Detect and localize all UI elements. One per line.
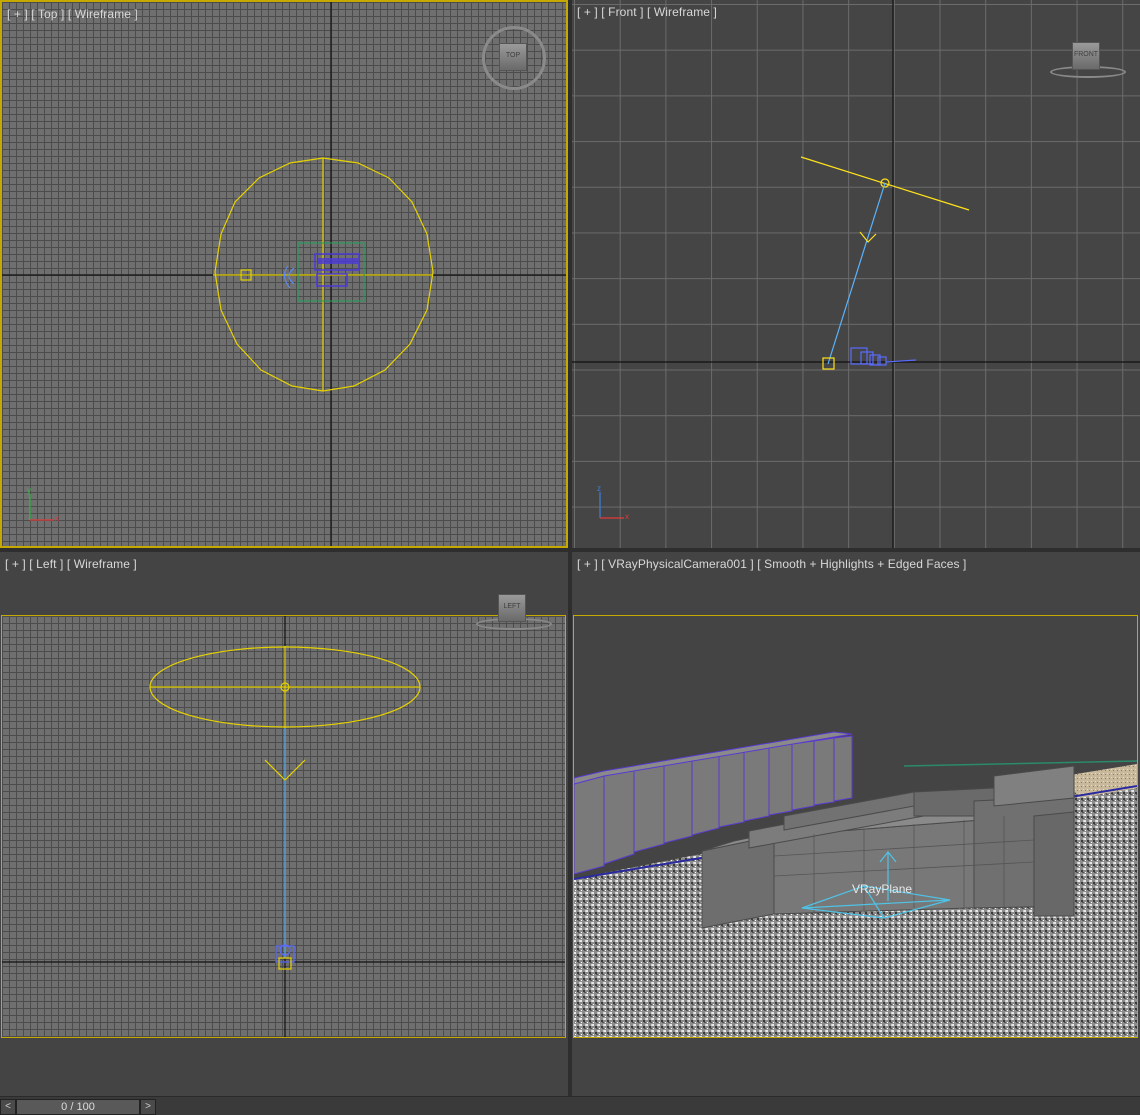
viewcube-face[interactable]: FRONT: [1072, 42, 1100, 70]
viewport-plus-menu[interactable]: [ + ]: [577, 557, 598, 571]
viewport-plus-menu[interactable]: [ + ]: [7, 7, 28, 21]
viewport-front-label: [ + ] [ Front ] [ Wireframe ]: [577, 5, 717, 19]
viewport-front[interactable]: [ + ] [ Front ] [ Wireframe ] FRONT z x: [572, 0, 1140, 548]
viewport-camera-label: [ + ] [ VRayPhysicalCamera001 ] [ Smooth…: [577, 557, 966, 571]
viewport-plus-menu[interactable]: [ + ]: [577, 5, 598, 19]
camera-scene: [574, 731, 1137, 1037]
viewport-shading-menu[interactable]: [ Wireframe ]: [68, 7, 138, 21]
viewport-divider-horizontal[interactable]: [0, 548, 1140, 552]
axis-tripod-top: y x: [27, 486, 59, 523]
viewcube-front[interactable]: FRONT: [1048, 38, 1128, 82]
front-scene: [572, 0, 1140, 548]
viewcube-face[interactable]: LEFT: [498, 594, 526, 622]
viewport-view-menu[interactable]: [ Front ]: [601, 5, 643, 19]
timeline-next-button[interactable]: >: [140, 1099, 156, 1115]
viewport-top[interactable]: [ + ] [ Top ] [ Wireframe ] TOP y x: [0, 0, 568, 548]
timeline-slider[interactable]: 0 / 100: [16, 1099, 140, 1115]
svg-text:x: x: [55, 514, 59, 523]
viewport-top-label: [ + ] [ Top ] [ Wireframe ]: [7, 7, 138, 21]
viewcube-left[interactable]: LEFT: [474, 592, 554, 636]
timeline-prev-button[interactable]: <: [0, 1099, 16, 1115]
viewport-shading-menu[interactable]: [ Wireframe ]: [67, 557, 137, 571]
svg-text:x: x: [625, 512, 629, 521]
viewport-left[interactable]: [ + ] [ Left ] [ Wireframe ] LEFT: [0, 552, 568, 1094]
vray-plane-label: VRayPlane: [852, 882, 913, 896]
viewport-shading-menu[interactable]: [ Smooth + Highlights + Edged Faces ]: [757, 557, 966, 571]
viewport-plus-menu[interactable]: [ + ]: [5, 557, 26, 571]
viewcube-top[interactable]: TOP: [480, 24, 550, 94]
svg-text:y: y: [27, 486, 31, 495]
viewport-view-menu[interactable]: [ Left ]: [29, 557, 63, 571]
viewport-view-menu[interactable]: [ VRayPhysicalCamera001 ]: [601, 557, 754, 571]
viewport-camera[interactable]: [ + ] [ VRayPhysicalCamera001 ] [ Smooth…: [572, 552, 1140, 1094]
axis-tripod-front: z x: [597, 484, 629, 521]
viewport-shading-menu[interactable]: [ Wireframe ]: [647, 5, 717, 19]
light-target-line: [827, 182, 886, 365]
camera-top-icon: [288, 267, 295, 285]
timeline-bar: [0, 1096, 1140, 1115]
svg-text:z: z: [597, 484, 601, 493]
viewport-left-label: [ + ] [ Left ] [ Wireframe ]: [5, 557, 137, 571]
viewport-view-menu[interactable]: [ Top ]: [31, 7, 64, 21]
camera-render-frame: VRayPlane: [573, 615, 1138, 1038]
viewcube-face[interactable]: TOP: [499, 43, 527, 71]
